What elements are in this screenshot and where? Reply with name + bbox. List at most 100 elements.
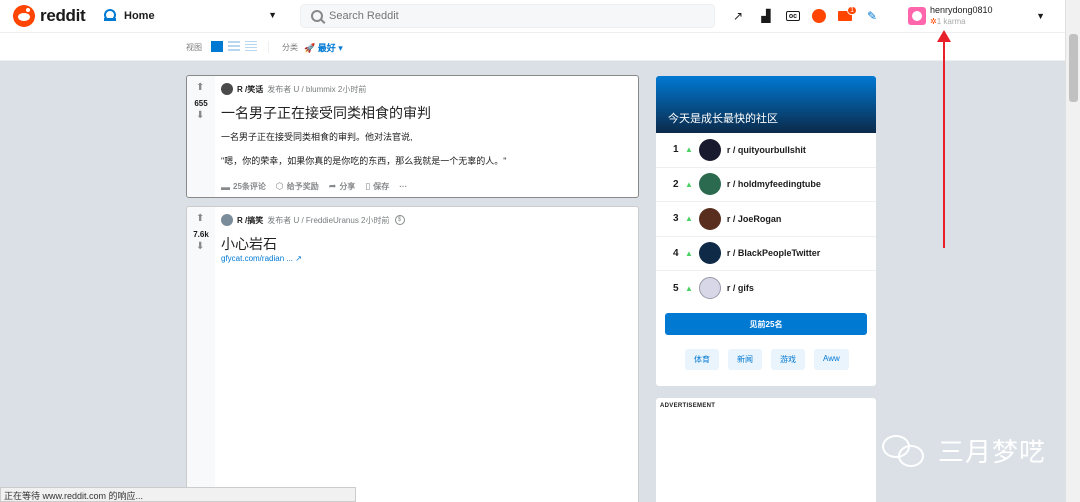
annotation-arrow-line bbox=[943, 38, 945, 248]
annotation-arrow-head bbox=[937, 30, 951, 42]
coins-icon[interactable]: oc bbox=[786, 11, 800, 21]
tag-gaming[interactable]: 游戏 bbox=[771, 349, 805, 370]
view-sort-bar: 视图 分类 🚀 最好 ▾ bbox=[0, 33, 1065, 61]
reddit-logo[interactable]: reddit bbox=[13, 5, 86, 27]
post-title[interactable]: 小心岩石 bbox=[221, 234, 277, 254]
post-score: 655 bbox=[194, 99, 208, 108]
karma-value: 1 karma bbox=[936, 17, 966, 26]
post-title[interactable]: 一名男子正在接受同类相食的审判 bbox=[221, 103, 431, 123]
link-text: gfycat.com/radian ... bbox=[221, 254, 294, 263]
post-author-time: 发布者 U / blummix 2小时前 bbox=[267, 84, 367, 94]
mail-badge: 1 bbox=[847, 6, 857, 15]
subreddit-link[interactable]: R /搞笑 bbox=[237, 215, 263, 226]
post-actions: ▬ 25条评论 ⬡ 给予奖励 ➦ 分享 ▯ 保存 ··· bbox=[221, 181, 417, 192]
comments-button[interactable]: ▬ 25条评论 bbox=[221, 181, 266, 192]
karma-icon: ✲ bbox=[930, 17, 937, 26]
compact-view-icon[interactable] bbox=[245, 41, 257, 52]
subreddit-icon bbox=[221, 214, 233, 226]
feed-dropdown[interactable]: Home ▼ bbox=[102, 7, 282, 25]
chevron-down-icon: ▼ bbox=[1036, 11, 1045, 21]
karma: ✲1 karma bbox=[930, 16, 993, 27]
watermark: 三月梦呓 bbox=[882, 432, 1046, 469]
browser-status-bar: 正在等待 www.reddit.com 的响应... bbox=[0, 487, 356, 502]
community-icon bbox=[698, 207, 721, 230]
award-icon: ⬡ bbox=[275, 181, 284, 191]
wechat-icon bbox=[882, 433, 926, 469]
post-meta: R /笑话 发布者 U / blummix 2小时前 bbox=[221, 83, 366, 95]
community-row[interactable]: 1 ▲ r / quityourbullshit bbox=[656, 133, 876, 168]
trend-up-icon: ▲ bbox=[685, 283, 693, 293]
post-card[interactable]: ⬆ 7.6k ⬇ R /搞笑 发布者 U / FreddieUranus 2小时… bbox=[186, 206, 639, 502]
mail-icon[interactable]: 1 bbox=[838, 6, 857, 21]
search-input[interactable] bbox=[329, 10, 709, 22]
post-author-time: 发布者 U / FreddieUranus 2小时前 bbox=[267, 215, 390, 225]
community-name: r / holdmyfeedingtube bbox=[726, 179, 821, 190]
post-body-line: "嗯，你的荣幸，如果你真的是你吃的东西，那么我就是一个无辜的人。" bbox=[221, 156, 507, 166]
sort-value: 最好 bbox=[317, 43, 336, 53]
post-external-link[interactable]: gfycat.com/radian ... ↗ bbox=[221, 254, 302, 263]
community-rank: 5 bbox=[673, 282, 679, 294]
share-icon: ➦ bbox=[328, 181, 337, 191]
comments-label: 25条评论 bbox=[233, 182, 266, 191]
card-view-icon[interactable] bbox=[211, 41, 223, 52]
share-button[interactable]: ➦ 分享 bbox=[329, 181, 356, 192]
save-button[interactable]: ▯ 保存 bbox=[365, 181, 389, 192]
classic-view-icon[interactable] bbox=[228, 41, 240, 52]
page-scrollbar[interactable] bbox=[1065, 0, 1080, 502]
award-label: 给予奖励 bbox=[286, 182, 319, 191]
search-icon bbox=[311, 10, 323, 22]
community-icon bbox=[698, 242, 721, 265]
upvote-icon[interactable]: ⬆ bbox=[196, 82, 204, 93]
logo-text: reddit bbox=[40, 6, 86, 25]
advertisement-card: ADVERTISEMENT bbox=[656, 398, 876, 502]
category-tags: 体育 新闻 游戏 Aww bbox=[685, 349, 858, 370]
community-row[interactable]: 4 ▲ r / BlackPeopleTwitter bbox=[656, 237, 876, 271]
tag-news[interactable]: 新闻 bbox=[728, 349, 762, 370]
communities-banner: 今天是成长最快的社区 bbox=[656, 76, 876, 133]
subreddit-link[interactable]: R /笑话 bbox=[237, 84, 263, 95]
community-name: r / JoeRogan bbox=[726, 213, 782, 224]
more-options-button[interactable]: ··· bbox=[399, 182, 407, 191]
silver-award-icon: $ bbox=[394, 215, 405, 225]
community-row[interactable]: 2 ▲ r / holdmyfeedingtube bbox=[656, 168, 876, 202]
trending-icon[interactable]: ↗ bbox=[730, 8, 746, 24]
user-menu[interactable]: henrydong0810 ✲1 karma ▼ bbox=[908, 4, 1048, 28]
view-all-button[interactable]: 见前25名 bbox=[665, 313, 867, 335]
communities-title: 今天是成长最快的社区 bbox=[668, 113, 778, 125]
chat-icon[interactable] bbox=[812, 9, 826, 23]
user-info: henrydong0810 ✲1 karma bbox=[930, 5, 993, 27]
sort-dropdown[interactable]: 🚀 最好 ▾ bbox=[304, 41, 343, 54]
post-body-line: 一名男子正在接受同类相食的审判。他对法官说, bbox=[221, 132, 413, 142]
post-card[interactable]: ⬆ 655 ⬇ R /笑话 发布者 U / blummix 2小时前 一名男子正… bbox=[186, 75, 639, 198]
sort-label: 分类 bbox=[282, 43, 298, 52]
ad-label: ADVERTISEMENT bbox=[660, 403, 716, 409]
community-row[interactable]: 3 ▲ r / JoeRogan bbox=[656, 202, 876, 237]
save-label: 保存 bbox=[373, 182, 390, 191]
stats-icon[interactable]: ▟ bbox=[758, 8, 774, 24]
top-communities-card: 今天是成长最快的社区 1 ▲ r / quityourbullshit 2 ▲ … bbox=[656, 76, 876, 386]
upvote-icon[interactable]: ⬆ bbox=[196, 213, 204, 224]
trend-up-icon: ▲ bbox=[685, 145, 693, 155]
trend-up-icon: ▲ bbox=[685, 214, 693, 224]
post-meta: R /搞笑 发布者 U / FreddieUranus 2小时前 $ bbox=[221, 214, 405, 226]
search-bar[interactable] bbox=[300, 4, 715, 28]
share-label: 分享 bbox=[339, 182, 356, 191]
create-post-icon[interactable]: ✎ bbox=[864, 8, 880, 24]
downvote-icon[interactable]: ⬇ bbox=[196, 110, 204, 121]
user-name: henrydong0810 bbox=[930, 5, 993, 15]
community-icon bbox=[698, 138, 721, 161]
rocket-icon: 🚀 bbox=[304, 43, 316, 53]
scrollbar-thumb[interactable] bbox=[1069, 34, 1078, 102]
community-name: r / gifs bbox=[726, 283, 754, 294]
downvote-icon[interactable]: ⬇ bbox=[196, 241, 204, 252]
award-button[interactable]: ⬡ 给予奖励 bbox=[276, 181, 319, 192]
community-row[interactable]: 5 ▲ r / gifs bbox=[656, 271, 876, 306]
view-label: 视图 bbox=[186, 43, 202, 52]
bookmark-icon: ▯ bbox=[365, 181, 371, 191]
post-score: 7.6k bbox=[193, 230, 209, 239]
tag-aww[interactable]: Aww bbox=[814, 349, 849, 370]
tag-sports[interactable]: 体育 bbox=[685, 349, 719, 370]
community-icon bbox=[698, 277, 721, 300]
community-rank: 4 bbox=[673, 247, 679, 259]
community-rank: 2 bbox=[673, 178, 679, 190]
